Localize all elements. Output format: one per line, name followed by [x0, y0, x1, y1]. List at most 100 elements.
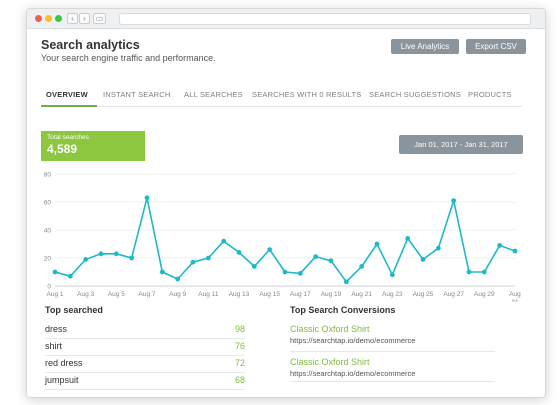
- x-tick-label: Aug 11: [198, 291, 219, 298]
- series-line: [54, 196, 516, 283]
- x-tick-label: Aug 25: [413, 291, 434, 298]
- search-count: 98: [234, 324, 245, 334]
- search-count: 68: [234, 375, 245, 385]
- data-point: [175, 276, 181, 282]
- tab-instant-search[interactable]: INSTANT SEARCH: [103, 90, 171, 99]
- conversion-product-link[interactable]: Classic Oxford Shirt: [290, 356, 495, 368]
- total-searches-value: 4,589: [47, 142, 78, 156]
- search-term: jumpsuit: [45, 375, 79, 385]
- searches-line-chart: 0 20 40 60 80 Aug 1 Aug 3 Aug 5 Aug 7 Aug 9 Aug 11…: [44, 172, 521, 303]
- data-point: [512, 248, 518, 254]
- data-point: [67, 273, 73, 279]
- data-point: [451, 198, 457, 203]
- data-point: [343, 279, 349, 285]
- page-content: Search analytics Your search engine traf…: [41, 29, 531, 397]
- data-point: [297, 271, 303, 276]
- close-window-icon[interactable]: [35, 15, 42, 22]
- x-tick-label: Aug 9: [169, 291, 186, 298]
- live-analytics-button[interactable]: Live Analytics: [391, 39, 459, 54]
- chevron-left-icon[interactable]: ‹: [67, 13, 78, 24]
- list-item[interactable]: red dress 72: [45, 356, 245, 373]
- x-tick-label: Aug 29: [474, 291, 495, 298]
- y-tick-label: 80: [44, 172, 52, 179]
- tab-overview[interactable]: OVERVIEW: [46, 90, 88, 99]
- minimize-window-icon[interactable]: [45, 15, 52, 22]
- x-tick-label: Aug 21: [351, 291, 372, 298]
- active-tab-indicator: [41, 105, 97, 107]
- search-term: shirt: [45, 341, 63, 351]
- page-title: Search analytics: [41, 38, 140, 52]
- data-point: [420, 257, 426, 262]
- data-point: [481, 269, 487, 275]
- data-point: [113, 251, 119, 257]
- data-point: [313, 254, 319, 259]
- page-subtitle: Your search engine traffic and performan…: [41, 53, 216, 63]
- sidebar-toggle-icon[interactable]: ▭: [93, 13, 106, 24]
- x-tick-label: Aug 3: [77, 291, 94, 298]
- top-conversions-list: Classic Oxford Shirt https://searchtap.io…: [290, 322, 495, 382]
- search-count: 76: [234, 341, 245, 351]
- x-tick-label: Aug 19: [321, 291, 342, 298]
- list-item[interactable]: shirt 76: [45, 339, 245, 356]
- x-tick-label: Aug 15: [259, 291, 280, 298]
- data-point: [251, 264, 257, 269]
- tab-bar: OVERVIEW INSTANT SEARCH ALL SEARCHES SEA…: [41, 83, 522, 107]
- data-point: [497, 243, 503, 248]
- data-point: [98, 251, 104, 257]
- conversion-url: https://searchtap.io/demo/ecommerce: [290, 369, 416, 378]
- x-tick-label: Aug 17: [290, 291, 311, 298]
- data-point: [190, 259, 196, 265]
- data-point: [144, 195, 150, 201]
- data-point: [282, 269, 288, 275]
- data-point: [159, 269, 165, 275]
- date-range-button[interactable]: Jan 01, 2017 - Jan 31, 2017: [399, 135, 523, 154]
- y-tick-label: 40: [44, 228, 52, 235]
- chevron-right-icon[interactable]: ›: [79, 13, 90, 24]
- tab-products[interactable]: PRODUCTS: [468, 90, 512, 99]
- x-tick-label: Aug 23: [382, 291, 403, 298]
- conversion-item: Classic Oxford Shirt https://searchtap.io…: [290, 322, 495, 352]
- conversion-item: Classic Oxford Shirt https://searchtap.io…: [290, 352, 495, 382]
- data-point: [205, 255, 211, 261]
- data-point: [389, 272, 395, 278]
- x-tick-label: Aug 5: [108, 291, 125, 298]
- list-item[interactable]: dress 98: [45, 322, 245, 339]
- x-tick-label: Aug 13: [229, 291, 250, 298]
- tab-searches-zero-results[interactable]: SEARCHES WITH 0 RESULTS: [252, 90, 361, 99]
- total-searches-label: Total searches: [47, 134, 89, 141]
- top-searched-title: Top searched: [45, 305, 103, 315]
- data-point: [466, 269, 472, 275]
- export-csv-button[interactable]: Export CSV: [466, 39, 526, 54]
- tab-all-searches[interactable]: ALL SEARCHES: [184, 90, 243, 99]
- x-tick-label: Aug31: [509, 291, 521, 302]
- data-point: [374, 241, 380, 247]
- tab-search-suggestions[interactable]: SEARCH SUGGESTIONS: [369, 90, 461, 99]
- data-point: [267, 247, 273, 252]
- data-point: [221, 238, 227, 244]
- browser-window: ‹ › ▭ Search analytics Your search engin…: [26, 8, 546, 398]
- data-point: [83, 257, 89, 262]
- y-tick-label: 60: [44, 200, 52, 207]
- search-count: 72: [234, 358, 245, 368]
- data-point: [405, 236, 411, 241]
- search-term: red dress: [45, 358, 83, 368]
- x-tick-label: Aug 27: [443, 291, 464, 298]
- data-point: [236, 250, 242, 255]
- data-point: [328, 258, 334, 264]
- x-tick-label: Aug 7: [139, 291, 156, 298]
- y-tick-label: 0: [47, 284, 51, 291]
- browser-titlebar: ‹ › ▭: [27, 9, 545, 29]
- list-item[interactable]: jumpsuit 68: [45, 373, 245, 390]
- conversion-url: https://searchtap.io/demo/ecommerce: [290, 336, 416, 345]
- search-term: dress: [45, 324, 68, 334]
- data-point: [52, 269, 58, 275]
- top-searched-list: dress 98 shirt 76 red dress 72 jumpsuit 68: [45, 322, 245, 390]
- maximize-window-icon[interactable]: [55, 15, 62, 22]
- y-tick-label: 20: [44, 256, 52, 263]
- address-bar[interactable]: [119, 13, 531, 25]
- conversion-product-link[interactable]: Classic Oxford Shirt: [290, 323, 495, 335]
- data-point: [129, 255, 135, 261]
- data-point: [435, 245, 441, 251]
- top-conversions-title: Top Search Conversions: [290, 305, 396, 315]
- x-tick-label: Aug 1: [47, 291, 64, 298]
